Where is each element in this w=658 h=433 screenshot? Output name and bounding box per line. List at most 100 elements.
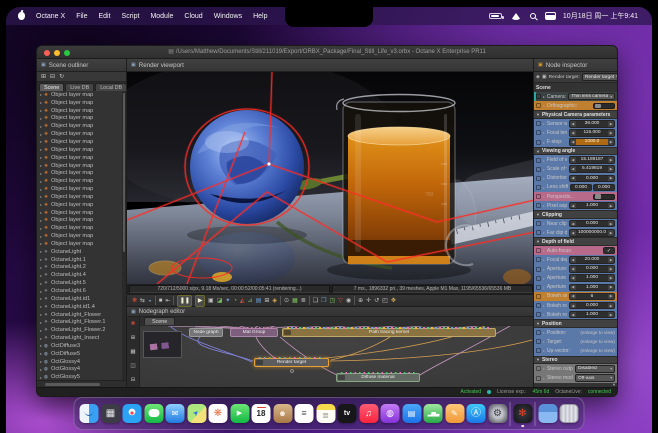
row-caret-icon[interactable]: ▸ — [543, 203, 545, 208]
dock-downloads-folder-icon[interactable] — [538, 404, 557, 423]
outliner-item[interactable]: ▸ Object layer map — [37, 209, 122, 217]
spin-value[interactable]: 15.189187 — [576, 157, 608, 163]
node-pin-box[interactable] — [536, 376, 541, 381]
render-log-icon[interactable]: ≣ — [301, 296, 306, 306]
spin-control[interactable]: ◀ 20.000 ▶ — [569, 256, 615, 264]
node-inspector-header[interactable]: ▣ Node inspector — [534, 59, 617, 72]
row-caret-icon[interactable]: ▸ — [543, 176, 545, 181]
fit-view-icon[interactable]: ◰ — [382, 296, 388, 306]
spin-control[interactable]: ◀ 36.000 ▶ — [569, 120, 615, 128]
expand-caret-icon[interactable]: ▸ — [40, 132, 42, 137]
node-pin-box[interactable] — [536, 185, 541, 190]
section-caret-icon[interactable]: ▼ — [536, 357, 540, 362]
spin-increase-icon[interactable]: ▶ — [608, 294, 614, 298]
render-channels-icon[interactable]: ◭ — [240, 296, 245, 306]
row-caret-icon[interactable]: ▸ — [543, 339, 545, 344]
spin-increase-icon[interactable]: ▶ — [608, 285, 614, 289]
dock-maps-icon[interactable]: ➤ — [187, 404, 206, 423]
outliner-tab[interactable]: Scene — [39, 83, 64, 91]
outliner-item[interactable]: ▸ OctaneLight_Insect — [37, 334, 122, 342]
spin-value[interactable]: 6 — [576, 294, 608, 300]
image-history-icon[interactable]: ◳ — [330, 296, 336, 306]
outliner-vertical-scrollbar[interactable] — [122, 91, 126, 380]
nodegraph-header[interactable]: ▣ Nodegraph editor — [127, 307, 535, 317]
outliner-item[interactable]: ▸ OctaneLight — [37, 248, 122, 256]
node-pin-box[interactable] — [536, 176, 541, 181]
expand-caret-icon[interactable]: ▸ — [40, 100, 42, 105]
zoom-tool-icon[interactable]: ⊕ — [358, 296, 363, 306]
inspector-row[interactable]: ▼ ▸ Aperture edge: ◀ 1.000 ▶ 1.000 — [534, 283, 617, 292]
expand-caret-icon[interactable]: ▸ — [40, 226, 42, 231]
inspector-row[interactable]: ▼ ▸ Aperture aspe: ◀ 1.000 ▶ 1.000 — [534, 274, 617, 283]
outliner-item[interactable]: ▸ OctDiffuse5 — [37, 350, 122, 358]
outliner-item[interactable]: ▸ OctaneLight_Flower.1 — [37, 318, 122, 326]
outliner-item[interactable]: ▸ Object layer map — [37, 193, 122, 201]
toggle[interactable] — [593, 194, 615, 200]
row-caret-icon[interactable]: ▸ — [543, 221, 545, 226]
divider[interactable] — [354, 296, 355, 305]
node-pin-box[interactable] — [536, 121, 541, 126]
dock-notes-icon[interactable]: ≣ — [316, 404, 335, 423]
inspector-row[interactable]: ▼ ▸ Near clip depth: ◀ 0.000 ▶ 0.000 — [534, 219, 617, 228]
spin-increase-icon[interactable]: ▶ — [608, 258, 614, 262]
row-caret-icon[interactable]: ▸ — [543, 257, 545, 262]
menu-item[interactable]: Script — [122, 13, 140, 20]
spin-increase-icon[interactable]: ▶ — [608, 131, 614, 135]
outliner-item[interactable]: ▸ OctGlossy4 — [37, 358, 122, 366]
row-caret-icon[interactable]: ▸ — [543, 103, 545, 108]
document-proxy-icon[interactable]: ▤ — [168, 49, 174, 55]
outliner-item[interactable]: ▸ OctaneLight.6 — [37, 287, 122, 295]
divider[interactable] — [309, 296, 310, 305]
spin-increase-icon[interactable]: ▶ — [608, 204, 614, 208]
outliner-item[interactable]: ▸ Object layer map — [37, 232, 122, 240]
dropdown[interactable]: Off-axis ▾ — [575, 374, 615, 382]
lock-resolution-icon[interactable]: ◉ — [346, 296, 351, 306]
inspector-row[interactable]: ▼ ▸ Auto-focus: ◀ ✓ ▶ ✓ — [534, 246, 617, 255]
field-y[interactable]: 0.000 — [593, 184, 615, 192]
divider[interactable] — [173, 296, 174, 305]
layout-icon[interactable]: ⇆ — [140, 296, 145, 306]
section-caret-icon[interactable]: ▼ — [536, 149, 540, 154]
spin-value[interactable]: 1.000 — [576, 275, 608, 281]
expand-caret-icon[interactable]: ▸ — [40, 265, 42, 270]
row-caret-icon[interactable]: ▸ — [543, 121, 545, 126]
battery-icon[interactable] — [489, 13, 502, 19]
node-pin-box[interactable] — [536, 276, 541, 281]
spin-value[interactable]: 0.000 — [576, 176, 608, 182]
row-caret-icon[interactable]: ▸ — [543, 230, 545, 235]
node-pin-box[interactable] — [536, 94, 541, 99]
expand-caret-icon[interactable]: ▸ — [40, 202, 42, 207]
nodegraph-canvas[interactable]: Node graph Mat Group Path tr — [140, 326, 535, 387]
outliner-item[interactable]: ▸ OctGlossy5 — [37, 373, 122, 380]
expand-caret-icon[interactable]: ▸ — [40, 124, 42, 129]
outliner-item[interactable]: ▸ Object layer map — [37, 130, 122, 138]
outliner-item[interactable]: ▸ Object layer map — [37, 99, 122, 107]
inspector-row[interactable]: ▼ ▸ Position: ◀ (enlarge to view) ▶ (enl… — [534, 328, 617, 337]
menu-item[interactable]: File — [76, 13, 87, 20]
spin-value[interactable]: 1.000 — [576, 203, 608, 209]
toggle[interactable] — [593, 103, 615, 109]
inspector-row[interactable]: ▼ ▸ Bokeh side count: ◀ 6 ▶ 6 — [534, 292, 617, 301]
node-pin-box[interactable] — [536, 339, 541, 344]
section-caret-icon[interactable]: ▼ — [536, 112, 540, 117]
menu-item[interactable]: Help — [253, 13, 267, 20]
inspector-row[interactable]: ▼ ▸ Depth of field ◀ ▶ — [534, 237, 617, 246]
row-caret-icon[interactable]: ▸ — [543, 348, 545, 353]
dock-separator[interactable] — [510, 402, 511, 426]
zoom-button[interactable] — [64, 50, 70, 56]
outliner-item[interactable]: ▸ Object layer map — [37, 146, 122, 154]
clay-mode-icon[interactable]: ◔ — [233, 296, 237, 306]
field-x[interactable]: 0.000 — [570, 184, 592, 192]
dock-launchpad-icon[interactable]: ▦ — [101, 404, 120, 423]
dropdown[interactable]: Thin lens camera ▾ — [568, 93, 615, 101]
mat-group-node[interactable]: Mat Group — [230, 328, 278, 337]
expand-caret-icon[interactable]: ▸ — [40, 336, 42, 341]
dock-messages-icon[interactable] — [144, 404, 163, 423]
expand-caret-icon[interactable]: ▸ — [40, 312, 42, 317]
node-pin-box[interactable] — [536, 221, 541, 226]
divider[interactable] — [280, 296, 281, 305]
row-caret-icon[interactable]: ▸ — [543, 185, 545, 190]
checkbox[interactable]: ✓ — [603, 247, 615, 254]
expand-caret-icon[interactable]: ▸ — [40, 296, 42, 301]
normals-icon[interactable]: ⊿ — [248, 296, 253, 306]
